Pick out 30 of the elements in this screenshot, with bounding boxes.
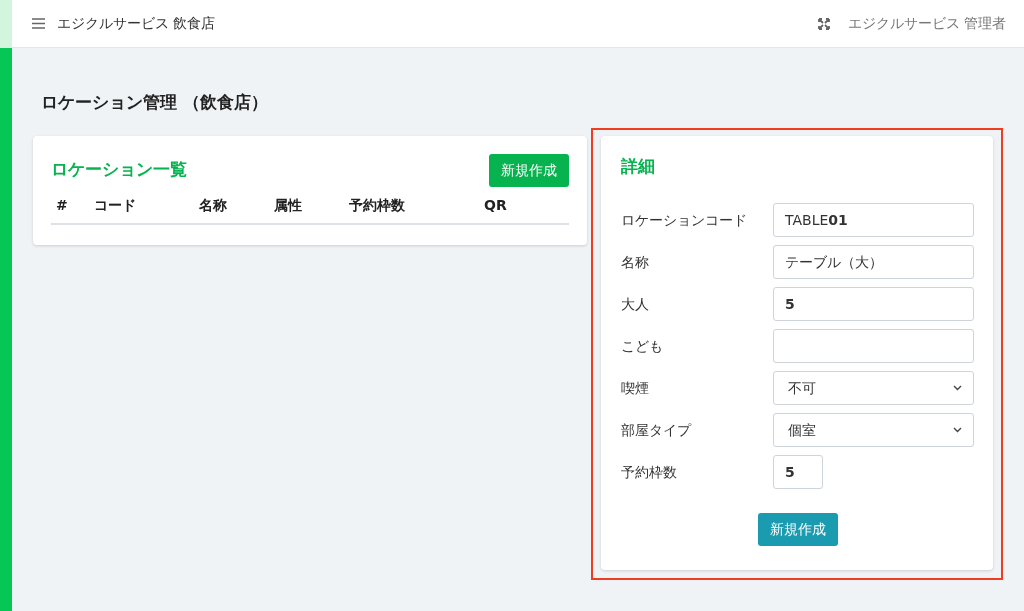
- column-header: 属性: [274, 195, 303, 215]
- field-label: 名称: [621, 252, 650, 272]
- select-field[interactable]: 不可: [773, 371, 974, 405]
- column-header: 予約枠数: [349, 195, 406, 215]
- brand-name: エジクルサービス 飲食店: [57, 14, 216, 33]
- field-label: ロケーションコード: [621, 210, 748, 230]
- field-label: 大人: [621, 294, 650, 314]
- menu-icon[interactable]: [32, 18, 45, 29]
- field-label: 予約枠数: [621, 462, 678, 482]
- number-field[interactable]: 5: [773, 287, 974, 321]
- input-field[interactable]: TABLE01: [773, 203, 974, 237]
- column-header: コード: [94, 195, 137, 215]
- column-header: #: [56, 195, 69, 215]
- chevron-down-icon: [953, 385, 962, 391]
- sidebar-header: [0, 0, 12, 48]
- chevron-down-icon: [953, 427, 962, 433]
- card-title: 詳細: [621, 154, 656, 178]
- field-label: 喫煙: [621, 378, 650, 398]
- column-header: 名称: [199, 195, 228, 215]
- number-field[interactable]: [773, 329, 974, 363]
- field-label: 部屋タイプ: [621, 420, 693, 440]
- card-title: ロケーション一覧: [51, 158, 187, 182]
- column-header: QR: [484, 195, 508, 215]
- user-name[interactable]: エジクルサービス 管理者: [847, 13, 1006, 34]
- input-field[interactable]: テーブル（大）: [773, 245, 974, 279]
- page-title: ロケーション管理 （飲食店）: [41, 91, 269, 114]
- field-label: こども: [621, 336, 664, 356]
- select-field[interactable]: 個室: [773, 413, 974, 447]
- fullscreen-icon[interactable]: [817, 17, 830, 30]
- number-field[interactable]: 5: [773, 455, 823, 489]
